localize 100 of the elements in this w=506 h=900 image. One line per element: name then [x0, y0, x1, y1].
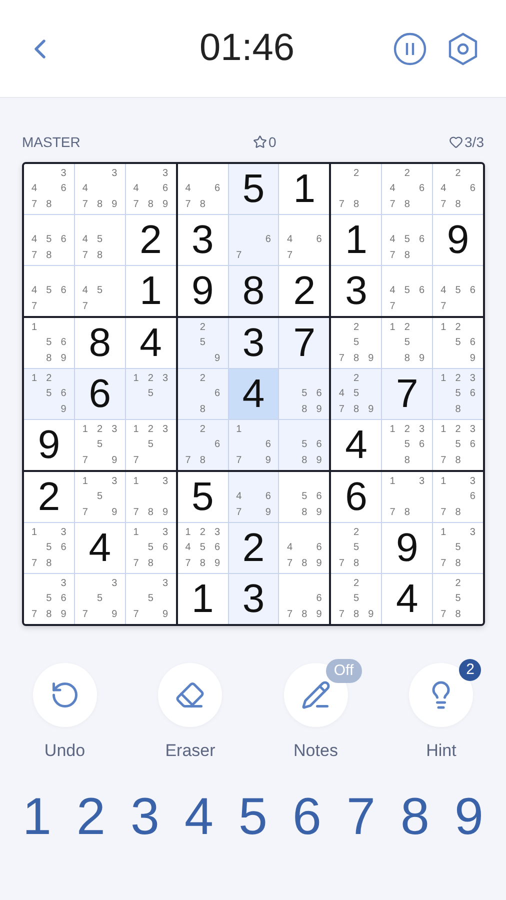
sudoku-cell[interactable]: 1 5 6 8 9 — [24, 318, 74, 368]
sudoku-cell[interactable]: 2 5 7 8 — [331, 523, 382, 573]
sudoku-cell[interactable]: 1 2 3 5 6 8 — [433, 369, 483, 419]
sudoku-cell[interactable]: 1 2 3 5 — [126, 369, 176, 419]
sudoku-cell[interactable]: 1 3 5 6 7 8 — [24, 523, 74, 573]
sudoku-cell[interactable]: 4 5 6 7 8 — [24, 215, 74, 265]
sudoku-cell[interactable]: 4 — [382, 574, 432, 624]
number-key[interactable]: 1 — [10, 787, 64, 847]
sudoku-cell[interactable]: 4 6 7 9 — [228, 472, 278, 522]
sudoku-cell[interactable]: 1 2 3 5 6 7 8 — [433, 420, 483, 470]
sudoku-cell[interactable]: 1 3 7 8 9 — [126, 472, 176, 522]
sudoku-cell[interactable]: 6 7 — [228, 215, 278, 265]
sudoku-cell[interactable]: 6 — [331, 472, 382, 522]
sudoku-cell[interactable]: 4 5 7 8 — [74, 215, 125, 265]
sudoku-cell[interactable]: 2 4 6 7 8 — [382, 164, 432, 214]
number-key[interactable]: 6 — [280, 787, 334, 847]
sudoku-cell[interactable]: 2 — [279, 266, 330, 316]
sudoku-cell[interactable]: 1 2 5 6 9 — [24, 369, 74, 419]
sudoku-cell[interactable]: 4 5 6 7 8 — [382, 215, 432, 265]
sudoku-cell[interactable]: 1 — [178, 574, 228, 624]
sudoku-cell[interactable]: 1 2 3 5 7 — [126, 420, 176, 470]
sudoku-cell[interactable]: 1 3 5 7 9 — [74, 472, 125, 522]
number-key[interactable]: 8 — [388, 787, 442, 847]
sudoku-cell[interactable]: 4 5 7 — [74, 266, 125, 316]
sudoku-cell[interactable]: 7 — [382, 369, 432, 419]
sudoku-cell[interactable]: 8 — [228, 266, 278, 316]
sudoku-cell[interactable]: 3 4 7 8 9 — [74, 164, 125, 214]
sudoku-cell[interactable]: 2 4 6 7 8 — [433, 164, 483, 214]
sudoku-cell[interactable]: 1 2 3 4 5 6 7 8 9 — [178, 523, 228, 573]
sudoku-cell[interactable]: 1 — [126, 266, 176, 316]
sudoku-cell[interactable]: 4 5 6 7 — [24, 266, 74, 316]
candidate-note: 1 — [388, 321, 396, 335]
candidate-note: 4 — [440, 284, 448, 298]
sudoku-cell[interactable]: 3 — [331, 266, 382, 316]
sudoku-cell[interactable]: 5 6 8 9 — [279, 420, 330, 470]
number-key[interactable]: 4 — [172, 787, 226, 847]
sudoku-cell[interactable]: 9 — [382, 523, 432, 573]
sudoku-cell[interactable]: 4 — [74, 523, 125, 573]
candidate-note: 6 — [264, 490, 272, 504]
number-key[interactable]: 2 — [64, 787, 118, 847]
candidate-note: 2 — [96, 423, 104, 437]
sudoku-cell[interactable]: 3 5 7 9 — [126, 574, 176, 624]
sudoku-cell[interactable]: 1 — [279, 164, 330, 214]
sudoku-cell[interactable]: 1 3 6 7 8 — [433, 472, 483, 522]
sudoku-cell[interactable]: 6 7 8 9 — [279, 574, 330, 624]
candidate-note: 7 — [338, 402, 346, 417]
sudoku-cell[interactable]: 1 3 5 7 8 — [433, 523, 483, 573]
sudoku-cell[interactable]: 4 — [228, 369, 278, 419]
sudoku-cell[interactable]: 5 6 8 9 — [279, 369, 330, 419]
sudoku-cell[interactable]: 4 — [331, 420, 382, 470]
sudoku-cell[interactable]: 8 — [74, 318, 125, 368]
sudoku-cell[interactable]: 2 — [24, 472, 74, 522]
sudoku-cell[interactable]: 4 6 7 8 — [178, 164, 228, 214]
sudoku-cell[interactable]: 5 — [178, 472, 228, 522]
sudoku-cell[interactable]: 9 — [433, 215, 483, 265]
sudoku-cell[interactable]: 1 2 3 5 6 8 — [382, 420, 432, 470]
candidate-note: 9 — [367, 402, 375, 417]
sudoku-cell[interactable]: 2 5 7 8 9 — [331, 318, 382, 368]
sudoku-cell[interactable]: 3 — [228, 318, 278, 368]
number-key[interactable]: 7 — [334, 787, 388, 847]
sudoku-cell[interactable]: 4 5 6 7 — [382, 266, 432, 316]
sudoku-cell[interactable]: 9 — [178, 266, 228, 316]
sudoku-cell[interactable]: 3 4 6 7 8 9 — [126, 164, 176, 214]
sudoku-cell[interactable]: 5 — [228, 164, 278, 214]
sudoku-cell[interactable]: 3 — [228, 574, 278, 624]
number-key[interactable]: 9 — [442, 787, 496, 847]
sudoku-cell[interactable]: 5 6 8 9 — [279, 472, 330, 522]
sudoku-cell[interactable]: 3 5 6 7 8 9 — [24, 574, 74, 624]
sudoku-cell[interactable]: 2 5 9 — [178, 318, 228, 368]
sudoku-cell[interactable]: 1 3 5 6 7 8 — [126, 523, 176, 573]
candidate-note: 5 — [352, 592, 360, 606]
sudoku-cell[interactable]: 7 — [279, 318, 330, 368]
candidate-note: 8 — [454, 454, 462, 468]
sudoku-cell[interactable]: 2 4 5 7 8 9 — [331, 369, 382, 419]
sudoku-cell[interactable]: 1 2 5 8 9 — [382, 318, 432, 368]
sudoku-cell[interactable]: 3 4 6 7 8 — [24, 164, 74, 214]
sudoku-cell[interactable]: 6 — [74, 369, 125, 419]
sudoku-cell[interactable]: 3 — [178, 215, 228, 265]
sudoku-cell[interactable]: 4 6 7 — [279, 215, 330, 265]
number-key[interactable]: 3 — [118, 787, 172, 847]
candidate-note: 9 — [315, 454, 323, 468]
sudoku-cell[interactable]: 2 7 8 — [331, 164, 382, 214]
candidate-note: 1 — [132, 526, 140, 540]
sudoku-cell[interactable]: 2 6 7 8 — [178, 420, 228, 470]
sudoku-cell[interactable]: 4 — [126, 318, 176, 368]
sudoku-cell[interactable]: 2 5 7 8 — [433, 574, 483, 624]
sudoku-cell[interactable]: 1 3 7 8 — [382, 472, 432, 522]
sudoku-cell[interactable]: 1 6 7 9 — [228, 420, 278, 470]
sudoku-cell[interactable]: 1 — [331, 215, 382, 265]
sudoku-cell[interactable]: 4 5 6 7 — [433, 266, 483, 316]
sudoku-cell[interactable]: 9 — [24, 420, 74, 470]
sudoku-cell[interactable]: 4 6 7 8 9 — [279, 523, 330, 573]
sudoku-cell[interactable]: 2 6 8 — [178, 369, 228, 419]
sudoku-cell[interactable]: 2 5 7 8 9 — [331, 574, 382, 624]
sudoku-cell[interactable]: 2 — [228, 523, 278, 573]
number-key[interactable]: 5 — [226, 787, 280, 847]
sudoku-cell[interactable]: 2 — [126, 215, 176, 265]
sudoku-cell[interactable]: 1 2 3 5 7 9 — [74, 420, 125, 470]
sudoku-cell[interactable]: 3 5 7 9 — [74, 574, 125, 624]
sudoku-cell[interactable]: 1 2 5 6 9 — [433, 318, 483, 368]
